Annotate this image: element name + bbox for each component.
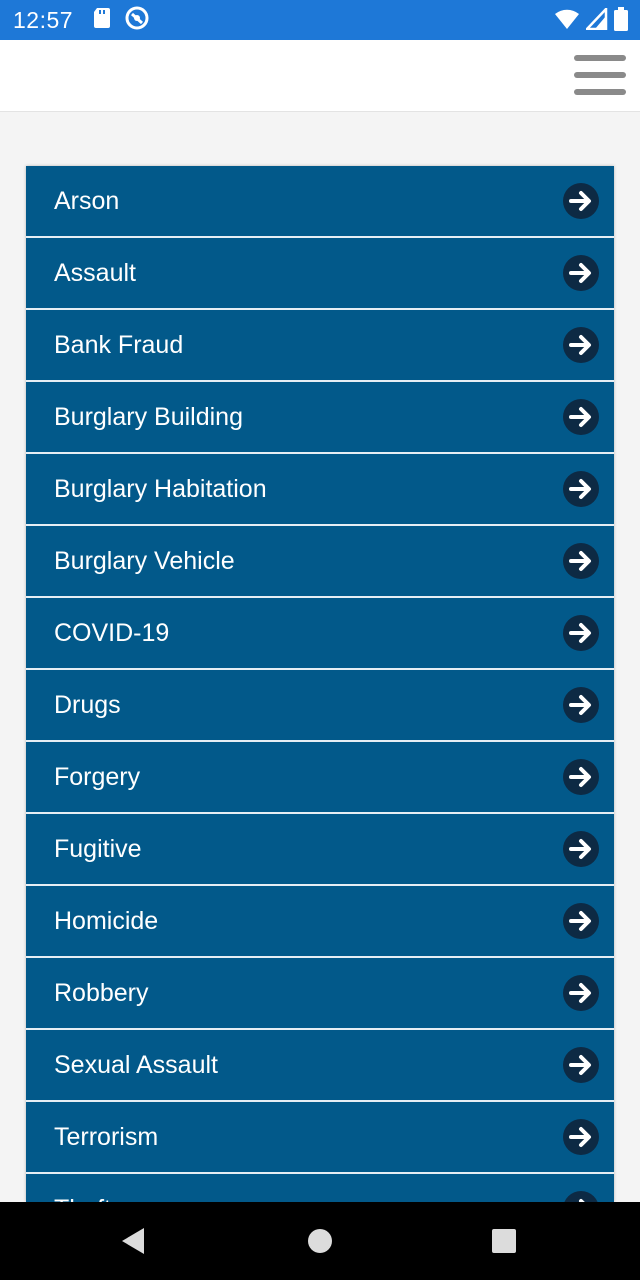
list-item[interactable]: Bank Fraud [26,310,614,382]
list-item-label: COVID-19 [54,618,170,647]
list-item-label: Bank Fraud [54,330,184,359]
list-item[interactable]: Terrorism [26,1102,614,1174]
arrow-right-icon [563,1191,599,1202]
arrow-right-icon [563,831,599,867]
list-item[interactable]: Burglary Vehicle [26,526,614,598]
arrow-right-icon [563,471,599,507]
battery-icon [614,7,628,36]
list-item[interactable]: Fugitive [26,814,614,886]
arrow-right-icon [563,327,599,363]
status-time: 12:57 [13,6,74,33]
arrow-right-icon [563,759,599,795]
list-item[interactable]: Assault [26,238,614,310]
arrow-right-icon [563,1119,599,1155]
list-item-label: Sexual Assault [54,1050,218,1079]
list-item-label: Robbery [54,978,149,1007]
hamburger-menu-icon[interactable] [574,55,626,95]
back-icon[interactable] [93,1202,173,1280]
list-item[interactable]: COVID-19 [26,598,614,670]
arrow-right-icon [563,615,599,651]
home-icon[interactable] [280,1202,360,1280]
list-item-label: Terrorism [54,1122,159,1151]
arrow-right-icon [563,255,599,291]
list-item[interactable]: Homicide [26,886,614,958]
category-list: Arson Assault Bank Fraud Burglary Building B… [26,166,614,1202]
list-item[interactable]: Sexual Assault [26,1030,614,1102]
wifi-icon [554,8,580,35]
list-item-label: Arson [54,186,120,215]
list-item-label: Burglary Habitation [54,474,267,503]
list-item-label: Assault [54,258,136,287]
arrow-right-icon [563,399,599,435]
navigation-bar [0,1202,640,1280]
list-item-label: Homicide [54,906,159,935]
status-bar: 12:57 [0,0,640,40]
arrow-right-icon [563,183,599,219]
vpn-icon [125,6,149,35]
recents-icon[interactable] [464,1202,544,1280]
arrow-right-icon [563,687,599,723]
arrow-right-icon [563,1047,599,1083]
list-item[interactable]: Forgery [26,742,614,814]
list-item[interactable]: Burglary Building [26,382,614,454]
list-item-label: Forgery [54,762,141,791]
sd-card-icon [93,7,111,34]
list-item-label: Fugitive [54,834,142,863]
list-item-label: Burglary Building [54,402,243,431]
list-item[interactable]: Burglary Habitation [26,454,614,526]
arrow-right-icon [563,543,599,579]
signal-icon [584,5,608,35]
list-item[interactable]: Robbery [26,958,614,1030]
arrow-right-icon [563,975,599,1011]
arrow-right-icon [563,903,599,939]
list-item[interactable]: Arson [26,166,614,238]
app-header [0,40,640,112]
list-item-label: Drugs [54,690,121,719]
list-item[interactable]: Theft [26,1174,614,1202]
list-item-label: Theft [54,1195,111,1203]
list-item-label: Burglary Vehicle [54,546,235,575]
list-item[interactable]: Drugs [26,670,614,742]
